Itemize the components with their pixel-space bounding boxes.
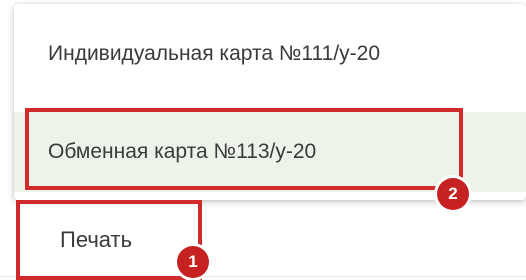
step-badge-number: 1 [188, 252, 198, 271]
divider [0, 276, 526, 277]
menu-item-label: Обменная карта №113/у-20 [48, 140, 317, 163]
print-button-label: Печать [60, 227, 133, 252]
step-badge-number: 2 [448, 184, 458, 203]
step-badge-2: 2 [437, 178, 469, 210]
print-button[interactable]: Печать [20, 204, 196, 276]
menu-item-individual-card[interactable]: Индивидуальная карта №111/у-20 [14, 14, 526, 94]
step-badge-1: 1 [177, 246, 209, 278]
menu-item-label: Индивидуальная карта №111/у-20 [48, 42, 381, 65]
print-dropdown-menu: Индивидуальная карта №111/у-20 Обменная … [14, 4, 526, 200]
